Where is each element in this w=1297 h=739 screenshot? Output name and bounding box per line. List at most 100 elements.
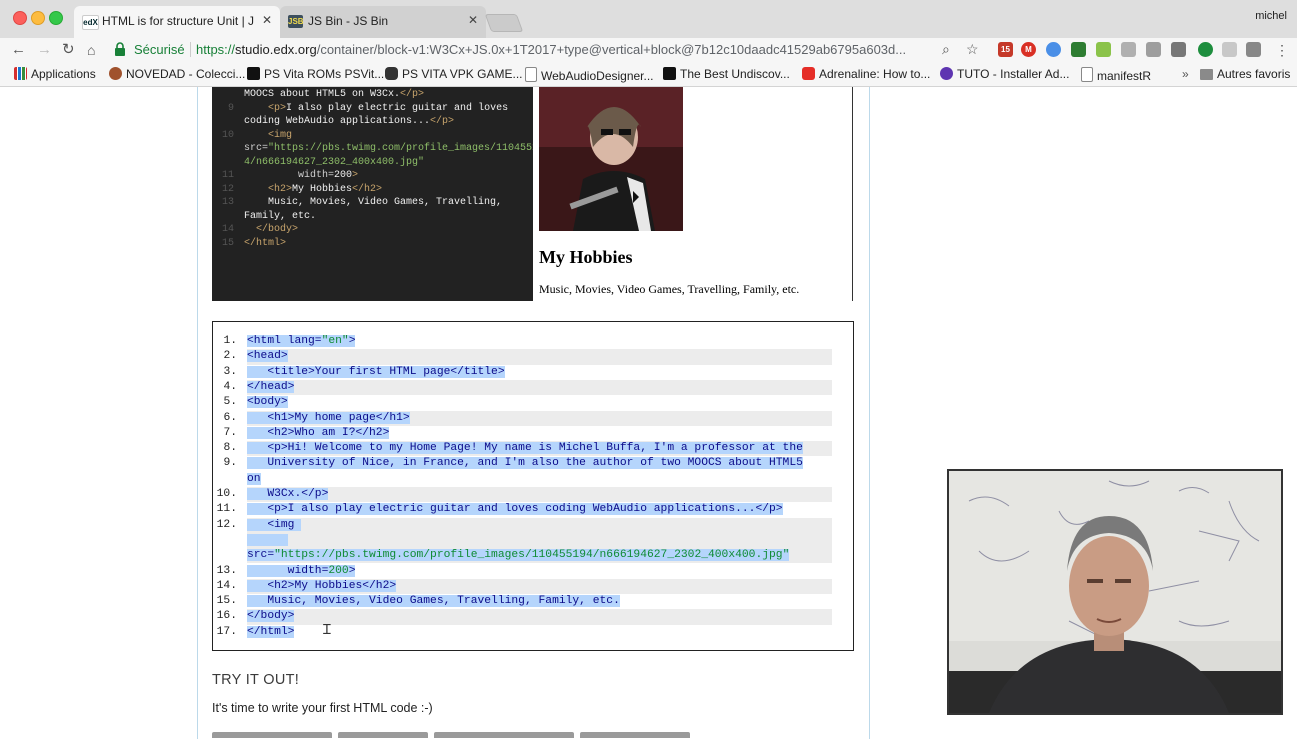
bookmark-manifestr[interactable]: manifestR [1081,67,1151,83]
code-token: src= [247,549,275,562]
bookmark-webaudiodesigner[interactable]: WebAudioDesigner... [525,67,654,83]
bookmark-label: Adrenaline: How to... [819,67,931,81]
bookmark-best-undiscovered[interactable]: The Best Undiscov... [663,67,790,81]
bookmark-psvita-roms[interactable]: PS Vita ROMs PSVit... [247,67,384,81]
bookmark-label: manifestR [1097,69,1152,83]
globe-extension-icon[interactable] [1046,42,1061,57]
editor-line-number: 12 [221,183,234,195]
edx-favicon-icon: edX [82,15,99,30]
window-titlebar: edX HTML is for structure Unit | Ja ✕ JS… [0,0,1297,38]
grid-extension-icon[interactable] [1222,42,1237,57]
tab-edx-unit[interactable]: edX HTML is for structure Unit | Ja ✕ [74,6,280,38]
bookmarks-overflow-chevron-icon[interactable]: » [1182,67,1189,81]
rendered-heading: My Hobbies [539,247,633,267]
bookmark-adrenaline[interactable]: Adrenaline: How to... [802,67,930,81]
code-line: 5. <body> [213,395,853,410]
bookmark-label: The Best Undiscov... [680,67,790,81]
tab-close-icon[interactable]: ✕ [262,13,272,27]
line-number: 9. [223,457,237,470]
code-line: 15. Music, Movies, Video Games, Travelli… [213,594,853,609]
keyboard-extension-icon[interactable] [1246,42,1261,57]
minimize-window-button[interactable] [31,11,45,25]
code-token: <h2> [268,183,293,195]
jsbin-code-editor[interactable]: MOOCS about HTML5 on W3Cx.</p> 9 <p>I als… [212,87,544,301]
new-tab-button[interactable] [484,14,524,32]
bookmark-novedad[interactable]: NOVEDAD - Colecci... [109,67,245,81]
folder-icon [1200,69,1213,80]
puzzle-extension-icon[interactable] [1071,42,1086,57]
search-icon[interactable]: ⌕ [942,41,950,58]
editor-line-number: 10 [221,129,234,141]
profile-name[interactable]: michel [1255,10,1287,22]
bookmark-label: PS Vita ROMs PSVit... [264,67,385,81]
bookmark-applications[interactable]: Applications [14,67,96,81]
code-token: </html> [244,237,287,249]
cutoff-text-fragment [434,732,574,738]
code-token: Music, Movies, Video Games, Travelling, … [247,595,620,608]
page-icon [525,67,537,82]
bookmark-label: PS VITA VPK GAME... [402,67,523,81]
code-token: My Hobbies [292,183,353,195]
menu-dots-icon[interactable]: ⋮ [1275,41,1289,59]
line-number: 12. [216,518,237,531]
youtube-icon [802,67,815,80]
back-arrow-icon[interactable]: ← [11,41,26,59]
pen-extension-icon[interactable] [1146,42,1161,57]
line-number: 6. [223,411,237,424]
home-icon[interactable]: ⌂ [87,41,95,59]
code-line: 10. W3Cx.</p> [213,487,853,502]
close-window-button[interactable] [13,11,27,25]
code-line: 4. </head> [213,380,853,395]
editor-line-number: 9 [227,102,234,114]
code-token: 4/n666194627_2302_400x400.jpg" [244,156,425,168]
code-line: src="https://pbs.twimg.com/profile_image… [213,548,853,563]
code-token: coding WebAudio applications... [244,116,431,127]
code-token: W3Cx.</p> [247,488,329,500]
code-token [247,533,288,546]
bookmark-other-favorites[interactable]: Autres favoris [1200,67,1290,81]
m-extension-icon[interactable]: M [1021,42,1036,57]
editor-line-number: 13 [221,197,234,208]
cast-icon[interactable] [1171,42,1186,57]
url-text[interactable]: https://studio.edx.org/container/block-v… [196,42,906,57]
code-listing[interactable]: 1. <html lang="en"> 2. <head> 3. <title>Your… [212,321,854,651]
line-number: 1. [223,335,237,347]
code-token: <h1>My home page</h1> [247,411,410,424]
code-line: 16. </body> [213,609,853,624]
code-token: <img [247,518,302,531]
bookmark-star-icon[interactable]: ☆ [966,41,979,58]
line-number: 2. [223,350,237,363]
page-icon [1081,67,1093,82]
editor-code-line: 9 <p>I also play electric guitar and lov… [212,102,533,116]
code-line: 1. <html lang="en"> [213,334,853,349]
forward-arrow-icon[interactable]: → [37,41,52,59]
code-token: MOOCS about HTML5 on W3Cx. [244,89,401,100]
browser-toolbar: ← → ↻ ⌂ Sécurisé https://studio.edx.org/… [0,38,1297,63]
code-token: </p> [400,89,425,100]
editor-code-line: Family, etc. [212,210,533,224]
url-scheme: https:// [196,42,236,57]
code-line: 11. <p>I also play electric guitar and l… [213,502,853,517]
sheet-extension-icon[interactable] [1096,42,1111,57]
bookmark-psvita-vpk[interactable]: PS VITA VPK GAME... [385,67,522,81]
code-token: src= [244,143,269,154]
code-token: <head> [247,350,288,363]
reload-icon[interactable]: ↻ [62,41,75,59]
code-token: width= [244,170,335,181]
line-number: 11. [216,503,237,516]
editor-code-line: MOOCS about HTML5 on W3Cx.</p> [212,88,533,102]
code-line: 6. <h1>My home page</h1> [213,411,853,426]
maximize-window-button[interactable] [49,11,63,25]
calendar-extension-icon[interactable]: 15 [998,42,1013,57]
tab-close-icon[interactable]: ✕ [468,13,478,27]
square-icon [663,67,676,80]
code-line: 12. <img [213,518,853,533]
tab-jsbin[interactable]: JSB JS Bin - JS Bin ✕ [280,6,486,38]
editor-line-number: 15 [221,237,234,249]
code-token: <body> [247,396,288,409]
line-number: 13. [216,564,237,577]
address-bar[interactable]: Sécurisé https://studio.edx.org/containe… [110,39,986,61]
shield-extension-icon[interactable] [1121,42,1136,57]
bookmark-tuto-installer[interactable]: TUTO - Installer Ad... [940,67,1069,81]
hangouts-extension-icon[interactable] [1198,42,1213,57]
